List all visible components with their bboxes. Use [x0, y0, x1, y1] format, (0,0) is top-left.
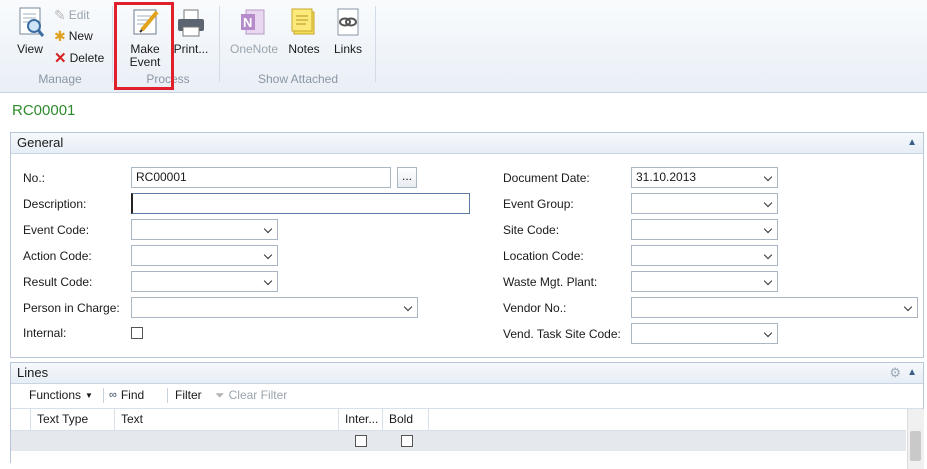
- print-label: Print...: [173, 42, 209, 56]
- row-bold-checkbox[interactable]: [401, 435, 413, 447]
- onenote-button[interactable]: N OneNote: [228, 6, 280, 56]
- record-title: RC00001: [12, 102, 76, 119]
- general-header[interactable]: General ▲: [11, 133, 923, 154]
- lines-panel: Lines ⚙ ▲ Functions ▼ ∞ Find Filter ⏷ Cl…: [10, 362, 924, 469]
- ribbon: View ✎ Edit ✱ New ✕ Delete Manage Make E…: [0, 0, 927, 93]
- waste-mgt-plant-dropdown[interactable]: [631, 271, 778, 292]
- lines-header-label: Lines: [17, 365, 49, 380]
- notes-icon: [291, 8, 315, 35]
- view-icon: [19, 7, 45, 37]
- functions-menu[interactable]: Functions ▼: [29, 383, 93, 408]
- event-group-dropdown[interactable]: [631, 193, 778, 214]
- result-code-label: Result Code:: [23, 275, 93, 289]
- table-row[interactable]: [11, 431, 906, 451]
- column-header-text[interactable]: Text: [115, 409, 339, 430]
- new-label: New: [68, 29, 93, 43]
- general-panel: General ▲ No.: RC00001 ... Description: …: [10, 132, 924, 358]
- onenote-icon: N: [241, 9, 265, 35]
- find-label: Find: [120, 388, 145, 402]
- general-header-label: General: [17, 135, 64, 150]
- links-button[interactable]: Links: [328, 6, 368, 56]
- toolbar-separator: [103, 388, 104, 403]
- print-button[interactable]: Print...: [172, 6, 210, 56]
- notes-button[interactable]: Notes: [284, 6, 324, 56]
- column-header-internal[interactable]: Inter...: [339, 409, 383, 430]
- settings-gear-icon[interactable]: ⚙: [889, 363, 901, 383]
- new-star-icon: ✱: [54, 27, 66, 44]
- location-code-dropdown[interactable]: [631, 245, 778, 266]
- dropdown-arrow-icon: ▼: [85, 391, 93, 400]
- no-label: No.:: [23, 171, 46, 185]
- column-header-bold[interactable]: Bold: [383, 409, 429, 430]
- filter-button[interactable]: Filter: [175, 383, 202, 408]
- description-label: Description:: [23, 197, 87, 211]
- event-group-label: Event Group:: [503, 197, 574, 211]
- document-date-field[interactable]: 31.10.2013: [631, 167, 778, 188]
- printer-icon: [178, 9, 204, 37]
- no-assist-button[interactable]: ...: [397, 167, 417, 188]
- vendor-no-label: Vendor No.:: [503, 301, 567, 315]
- vendor-no-dropdown[interactable]: [631, 297, 918, 318]
- event-code-dropdown[interactable]: [131, 219, 278, 240]
- collapse-chevron-icon[interactable]: ▲: [907, 363, 917, 383]
- clear-filter-button[interactable]: ⏷ Clear Filter: [215, 383, 287, 408]
- collapse-chevron-icon[interactable]: ▲: [907, 133, 917, 153]
- make-event-highlight: [114, 2, 174, 90]
- edit-pencil-icon: ✎: [54, 6, 66, 23]
- internal-checkbox[interactable]: [131, 327, 143, 339]
- ribbon-separator: [375, 6, 376, 82]
- onenote-label: OneNote: [229, 42, 279, 56]
- row-internal-checkbox[interactable]: [355, 435, 367, 447]
- ribbon-separator: [219, 6, 220, 82]
- group-label-show-attached: Show Attached: [257, 72, 339, 86]
- svg-text:N: N: [243, 15, 252, 30]
- person-in-charge-label: Person in Charge:: [23, 301, 120, 315]
- result-code-dropdown[interactable]: [131, 271, 278, 292]
- site-code-label: Site Code:: [503, 223, 560, 237]
- edit-label: Edit: [68, 8, 90, 22]
- links-label: Links: [333, 42, 362, 56]
- clear-filter-funnel-icon: ⏷: [215, 388, 225, 402]
- view-label: View: [17, 42, 43, 56]
- description-field[interactable]: [131, 193, 470, 214]
- ribbon-separator: [112, 6, 113, 82]
- action-code-label: Action Code:: [23, 249, 92, 263]
- internal-label: Internal:: [23, 326, 67, 340]
- lines-grid-header: Text Type Text Inter... Bold: [11, 409, 906, 431]
- row-selector-header: [11, 409, 31, 430]
- vend-task-site-code-label: Vend. Task Site Code:: [503, 327, 621, 341]
- action-code-dropdown[interactable]: [131, 245, 278, 266]
- vend-task-site-code-dropdown[interactable]: [631, 323, 778, 344]
- find-button[interactable]: ∞ Find: [109, 383, 144, 408]
- toolbar-separator: [167, 388, 168, 403]
- filter-label: Filter: [175, 388, 202, 402]
- delete-x-icon: ✕: [54, 50, 67, 67]
- links-icon: [337, 8, 359, 36]
- event-code-label: Event Code:: [23, 223, 90, 237]
- person-in-charge-dropdown[interactable]: [131, 297, 418, 318]
- lines-header[interactable]: Lines ⚙ ▲: [11, 363, 923, 384]
- functions-label: Functions: [29, 388, 82, 402]
- edit-button[interactable]: ✎ Edit: [54, 5, 89, 25]
- new-button[interactable]: ✱ New: [54, 26, 93, 46]
- vertical-scrollbar[interactable]: [907, 409, 924, 469]
- location-code-label: Location Code:: [503, 249, 584, 263]
- binoculars-icon: ∞: [109, 389, 117, 401]
- delete-button[interactable]: ✕ Delete: [54, 48, 104, 68]
- no-field[interactable]: RC00001: [131, 167, 391, 188]
- notes-label: Notes: [288, 42, 320, 56]
- site-code-dropdown[interactable]: [631, 219, 778, 240]
- view-button[interactable]: View: [12, 6, 48, 56]
- column-header-text-type[interactable]: Text Type: [31, 409, 115, 430]
- clear-filter-label: Clear Filter: [228, 388, 288, 402]
- waste-mgt-plant-label: Waste Mgt. Plant:: [503, 275, 598, 289]
- lines-toolbar: Functions ▼ ∞ Find Filter ⏷ Clear Filter: [11, 383, 923, 409]
- group-label-manage: Manage: [38, 72, 82, 86]
- document-date-label: Document Date:: [503, 171, 590, 185]
- scrollbar-thumb[interactable]: [910, 431, 921, 461]
- delete-label: Delete: [69, 51, 105, 65]
